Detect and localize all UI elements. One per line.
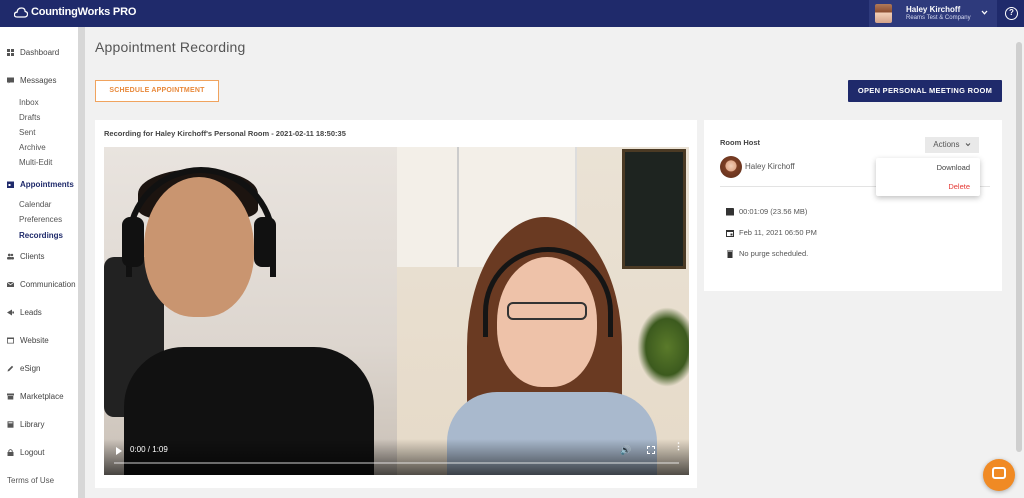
mail-icon <box>7 281 14 287</box>
sidebar-label: eSign <box>20 364 41 373</box>
sidebar-label: Leads <box>20 308 42 317</box>
sidebar-sub-archive[interactable]: Archive <box>19 143 46 152</box>
calendar-icon <box>7 181 14 188</box>
more-options-icon[interactable]: ⋮ <box>674 442 683 451</box>
sidebar-label: Messages <box>20 76 57 85</box>
help-icon[interactable]: ? <box>1005 7 1018 20</box>
cabinet-divider <box>457 147 459 267</box>
book-icon <box>7 421 14 428</box>
page-scrollbar-thumb[interactable] <box>1016 42 1022 452</box>
sidebar-label: Website <box>20 336 49 345</box>
wall-picture <box>622 149 686 269</box>
lock-icon <box>7 449 14 456</box>
pen-icon <box>7 365 14 372</box>
video-participant-right <box>397 147 689 475</box>
duration-text: 00:01:09 (23.56 MB) <box>739 207 808 216</box>
video-player[interactable]: 0:00 / 1:09 🔊 ⋮ <box>104 147 689 475</box>
sidebar-item-messages[interactable]: Messages <box>7 76 56 85</box>
recording-info-card: Room Host Actions Haley Kirchoff 00:01:0… <box>704 120 1002 291</box>
chat-icon <box>992 467 1006 479</box>
play-icon[interactable] <box>116 447 122 455</box>
sidebar-label: Appointments <box>20 180 74 189</box>
dashboard-icon <box>7 49 14 56</box>
sidebar-sub-sent[interactable]: Sent <box>19 128 35 137</box>
plant-shape <box>637 307 689 387</box>
actions-dropdown-menu: Download Delete <box>876 158 980 196</box>
sidebar-label: Clients <box>20 252 45 261</box>
sidebar-item-website[interactable]: Website <box>7 336 49 345</box>
purge-row: No purge scheduled. <box>726 249 808 258</box>
sidebar: Dashboard Messages Inbox Drafts Sent Arc… <box>0 27 78 498</box>
sidebar-sub-recordings[interactable]: Recordings <box>19 231 63 240</box>
sidebar-item-library[interactable]: Library <box>7 420 44 429</box>
website-icon <box>7 337 14 344</box>
sidebar-sub-multi-edit[interactable]: Multi-Edit <box>19 158 52 167</box>
open-personal-meeting-room-button[interactable]: OPEN PERSONAL MEETING ROOM <box>848 80 1002 102</box>
sidebar-label: Marketplace <box>20 392 64 401</box>
sidebar-scrollbar[interactable] <box>78 27 85 498</box>
brand-name: CountingWorks PRO <box>31 6 137 18</box>
chat-launcher-button[interactable] <box>983 459 1015 491</box>
sidebar-label: Library <box>20 420 45 429</box>
sidebar-item-leads[interactable]: Leads <box>7 308 42 317</box>
trash-icon <box>727 250 733 258</box>
download-menu-item[interactable]: Download <box>937 163 970 172</box>
sidebar-item-appointments[interactable]: Appointments <box>7 180 74 189</box>
chevron-down-icon <box>981 10 988 15</box>
recording-title: Recording for Haley Kirchoff's Personal … <box>104 129 346 138</box>
delete-menu-item[interactable]: Delete <box>948 182 970 191</box>
top-navbar: CountingWorks PRO Haley Kirchoff Reams T… <box>0 0 1024 27</box>
host-name: Haley Kirchoff <box>745 162 795 171</box>
video-participant-left <box>104 147 397 475</box>
cloud-logo-icon <box>14 6 28 18</box>
headset-earcup <box>254 217 276 267</box>
terms-of-use-link[interactable]: Terms of Use <box>7 476 54 485</box>
room-host-label: Room Host <box>720 138 760 147</box>
clients-icon <box>7 253 14 260</box>
sidebar-sub-preferences[interactable]: Preferences <box>19 215 62 224</box>
purge-text: No purge scheduled. <box>739 249 809 258</box>
recording-card: Recording for Haley Kirchoff's Personal … <box>95 120 697 488</box>
sidebar-item-logout[interactable]: Logout <box>7 448 44 457</box>
sidebar-item-esign[interactable]: eSign <box>7 364 40 373</box>
film-icon <box>726 207 734 215</box>
actions-label: Actions <box>933 140 960 149</box>
host-avatar <box>720 156 742 178</box>
sidebar-item-communication[interactable]: Communication <box>7 280 76 289</box>
sidebar-sub-drafts[interactable]: Drafts <box>19 113 40 122</box>
video-controls: 0:00 / 1:09 🔊 ⋮ <box>104 439 689 475</box>
chevron-down-icon <box>965 143 971 147</box>
user-menu[interactable]: Haley Kirchoff Reams Test & Company <box>869 0 997 27</box>
actions-button[interactable]: Actions <box>925 137 979 153</box>
duration-row: 00:01:09 (23.56 MB) <box>726 207 807 216</box>
sidebar-label: Dashboard <box>20 48 60 57</box>
calendar-icon <box>726 229 734 237</box>
video-time: 0:00 / 1:09 <box>130 445 168 454</box>
page-title: Appointment Recording <box>95 39 246 55</box>
store-icon <box>7 393 14 400</box>
date-text: Feb 11, 2021 06:50 PM <box>739 228 817 237</box>
leads-icon <box>7 309 14 316</box>
headset-earcup <box>122 217 144 267</box>
sidebar-sub-inbox[interactable]: Inbox <box>19 98 39 107</box>
sidebar-sub-calendar[interactable]: Calendar <box>19 200 51 209</box>
video-progress-bar[interactable] <box>114 462 679 464</box>
sidebar-label: Communication <box>20 280 76 289</box>
schedule-appointment-button[interactable]: SCHEDULE APPOINTMENT <box>95 80 219 102</box>
messages-icon <box>7 77 14 84</box>
brand-logo[interactable]: CountingWorks PRO <box>14 6 136 18</box>
user-name: Haley Kirchoff <box>906 4 961 14</box>
fullscreen-icon[interactable] <box>647 446 655 454</box>
sidebar-item-marketplace[interactable]: Marketplace <box>7 392 64 401</box>
sidebar-item-dashboard[interactable]: Dashboard <box>7 48 59 57</box>
user-info: Haley Kirchoff Reams Test & Company <box>906 4 971 22</box>
user-avatar <box>875 4 892 23</box>
user-company: Reams Test & Company <box>906 14 971 21</box>
sidebar-label: Logout <box>20 448 45 457</box>
sidebar-item-clients[interactable]: Clients <box>7 252 44 261</box>
date-row: Feb 11, 2021 06:50 PM <box>726 228 817 237</box>
volume-icon[interactable]: 🔊 <box>620 445 631 456</box>
